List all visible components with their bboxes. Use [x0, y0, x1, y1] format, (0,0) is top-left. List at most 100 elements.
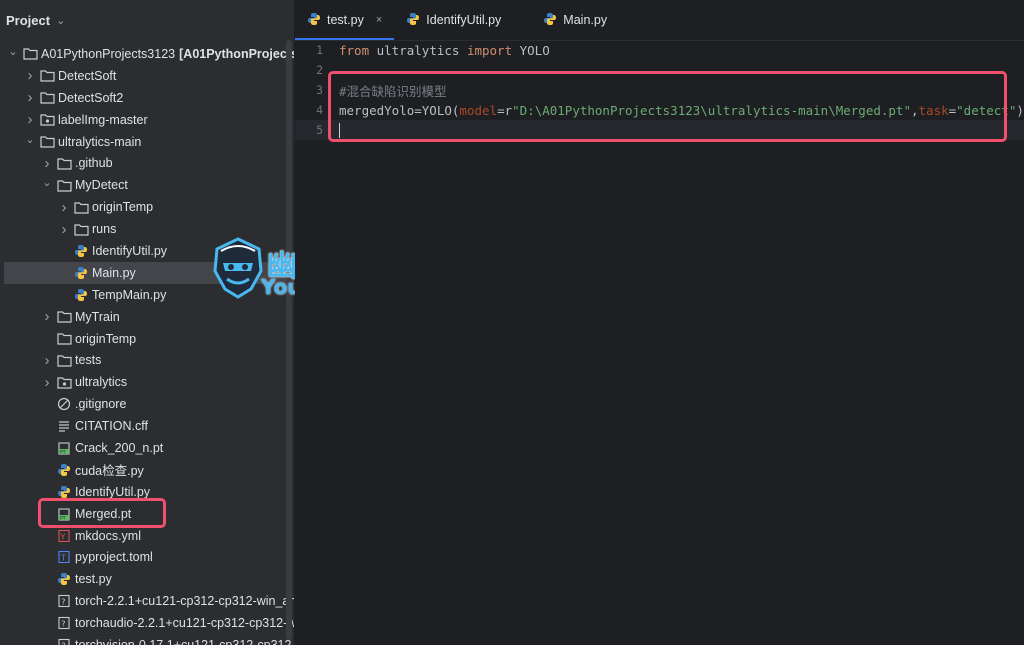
code-line-3[interactable]: 3 #混合缺陷识别模型: [295, 80, 1024, 100]
folder-icon: [39, 91, 55, 105]
tree-item[interactable]: ›Main.py: [4, 261, 294, 284]
tree-item[interactable]: › DetectSoft2: [0, 87, 294, 109]
code-line-1[interactable]: 1 from ultralytics import YOLO: [295, 40, 1024, 60]
tree-item[interactable]: › runs: [0, 218, 294, 240]
svg-text:PT: PT: [60, 449, 66, 455]
tree-item[interactable]: ›?torchaudio-2.2.1+cu121-cp312-cp312-wir: [0, 612, 294, 634]
chevron-right-icon[interactable]: ›: [40, 155, 54, 172]
chevron-right-icon[interactable]: ›: [23, 67, 37, 84]
tree-item[interactable]: › labelImg-master: [0, 109, 294, 131]
chevron-right-icon[interactable]: ›: [23, 89, 37, 106]
chevron-down-icon[interactable]: ⌄: [40, 176, 54, 189]
chevron-right-icon[interactable]: ›: [40, 352, 54, 369]
chevron-right-icon[interactable]: ›: [40, 308, 54, 325]
tab-label: IdentifyUtil.py: [426, 13, 502, 27]
chevron-right-icon[interactable]: ›: [57, 221, 71, 238]
tab-label: Main.py: [563, 13, 608, 27]
close-tab-icon[interactable]: ×: [376, 14, 382, 26]
folder-icon: [22, 47, 38, 61]
project-panel: Project ⌄ ⌄ A01PythonProjects3123 [A01Pyth…: [0, 0, 294, 645]
tree-item-label: ultralytics-main: [58, 134, 142, 149]
svg-text:PT: PT: [60, 515, 66, 521]
tree-item[interactable]: ›PTMerged.pt: [0, 503, 294, 525]
tree-item[interactable]: ›?torchvision-0.17.1+cu121-cp312-cp312-w: [0, 634, 294, 645]
tree-item-label: TempMain.py: [92, 287, 167, 302]
tree-item[interactable]: ›Ymkdocs.yml: [0, 525, 294, 547]
tree-item[interactable]: ⌄ A01PythonProjects3123[A01PythonProjects…: [0, 43, 294, 65]
tree-item-label: originTemp: [92, 200, 154, 215]
tree-item[interactable]: ›cuda检查.py: [0, 459, 294, 481]
line-number: 4: [316, 103, 323, 117]
tree-item-label: DetectSoft: [58, 68, 117, 83]
tree-item-label: DetectSoft2: [58, 90, 124, 105]
tree-item[interactable]: › tests: [0, 349, 294, 371]
folder-icon: [73, 222, 89, 236]
project-scrollbar[interactable]: [286, 40, 292, 640]
chevron-down-icon[interactable]: ⌄: [6, 45, 20, 58]
code-eq: =r: [497, 102, 513, 118]
chevron-right-icon[interactable]: ›: [23, 111, 37, 128]
code-line-2[interactable]: 2: [295, 60, 1024, 80]
tree-item[interactable]: › .github: [0, 152, 294, 174]
tree-item[interactable]: ›test.py: [0, 568, 294, 590]
project-title[interactable]: Project: [6, 13, 50, 28]
tree-item-label: MyDetect: [75, 178, 128, 193]
toml-file-icon: T: [56, 550, 72, 564]
svg-text:?: ?: [61, 620, 65, 629]
code-line-4[interactable]: 4 mergedYolo=YOLO(model=r"D:\A01PythonPr…: [295, 100, 1024, 120]
tree-item[interactable]: ›IdentifyUtil.py: [0, 240, 294, 262]
ignore-file-icon: [56, 397, 72, 411]
tree-item-label: .gitignore: [75, 397, 127, 412]
tree-item-label: IdentifyUtil.py: [92, 243, 168, 258]
tree-item[interactable]: ⌄ MyDetect: [0, 174, 294, 196]
code-comment: #混合缺陷识别模型: [339, 83, 447, 99]
tree-item[interactable]: ⌄ ultralytics-main: [0, 131, 294, 153]
code-line-5[interactable]: 5: [295, 120, 1024, 140]
tree-item-label: runs: [92, 222, 117, 237]
tree-item[interactable]: › MyTrain: [0, 306, 294, 328]
chevron-down-icon[interactable]: ⌄: [23, 133, 37, 146]
code-editor[interactable]: test.py × IdentifyUtil.py Main.py 1 from…: [295, 0, 1024, 645]
tree-item-label: Crack_200_n.pt: [75, 440, 164, 455]
tree-item[interactable]: › ultralytics: [0, 371, 294, 393]
tree-item-label: originTemp: [75, 331, 137, 346]
tree-item[interactable]: ›originTemp: [0, 328, 294, 350]
project-tree: ⌄ A01PythonProjects3123[A01PythonProjects…: [0, 43, 294, 645]
tree-item-label: Merged.pt: [75, 506, 132, 521]
tree-item[interactable]: ›CITATION.cff: [0, 415, 294, 437]
tree-item-label: tests: [75, 353, 102, 368]
project-panel-header[interactable]: Project ⌄: [0, 0, 294, 40]
tree-item[interactable]: › originTemp: [0, 196, 294, 218]
import-name: YOLO: [512, 42, 550, 58]
tab-test-py[interactable]: test.py ×: [295, 0, 395, 40]
tree-item[interactable]: ›PTCrack_200_n.pt: [0, 437, 294, 459]
tab-identifyutil-py[interactable]: IdentifyUtil.py: [394, 0, 513, 40]
package-folder-icon: [39, 113, 55, 127]
tree-item[interactable]: ›?torch-2.2.1+cu121-cp312-cp312-win_amd: [0, 590, 294, 612]
tree-item-label: A01PythonProjects3123: [41, 46, 176, 61]
folder-icon: [56, 353, 72, 367]
tree-item[interactable]: ›TempMain.py: [0, 284, 294, 306]
tree-item[interactable]: › DetectSoft: [0, 65, 294, 87]
param-task: task: [918, 102, 949, 118]
tab-main-py[interactable]: Main.py: [531, 0, 619, 40]
code-paren: ): [1016, 102, 1024, 118]
code-area[interactable]: 1 from ultralytics import YOLO 2 3 #混合缺陷…: [295, 40, 1024, 645]
folder-icon: [56, 332, 72, 346]
chevron-right-icon[interactable]: ›: [40, 374, 54, 391]
unknown-file-icon: ?: [56, 616, 72, 630]
param-model: model: [459, 102, 498, 118]
model-file-icon: PT: [56, 441, 72, 455]
tree-item[interactable]: ›Tpyproject.toml: [0, 546, 294, 568]
tree-item-label: test.py: [75, 572, 112, 587]
tree-item[interactable]: ›.gitignore: [0, 393, 294, 415]
tree-item-label: .github: [75, 156, 113, 171]
chevron-right-icon[interactable]: ›: [57, 199, 71, 216]
string-task: "detect": [956, 102, 1017, 118]
tree-item-label: MyTrain: [75, 309, 120, 324]
tree-item[interactable]: ›IdentifyUtil.py: [0, 481, 294, 503]
keyword-import: import: [466, 42, 513, 58]
yaml-file-icon: Y: [56, 529, 72, 543]
chevron-down-icon[interactable]: ⌄: [56, 14, 65, 27]
tree-item-project-name: [A01PythonProjects310: [179, 46, 294, 61]
